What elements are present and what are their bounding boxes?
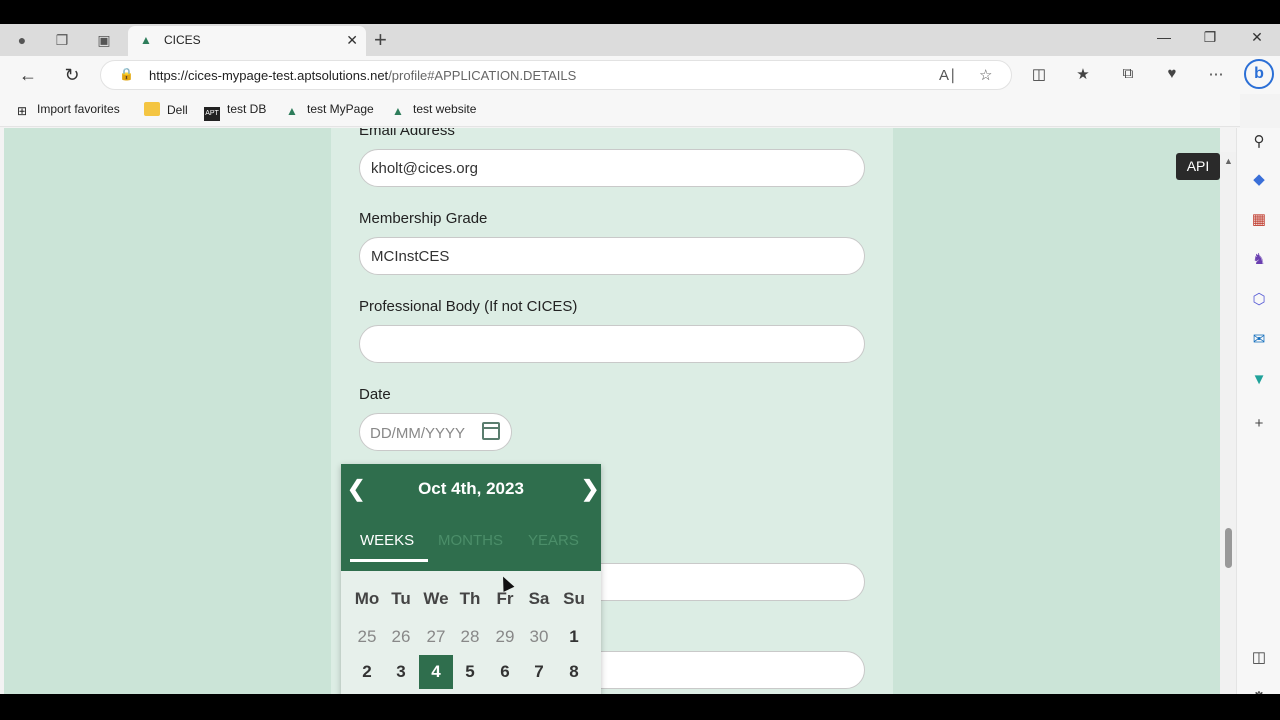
day-cell[interactable]: 29 <box>488 620 522 654</box>
membership-grade-value: MCInstCES <box>371 248 450 265</box>
day-cell[interactable]: 27 <box>419 620 453 654</box>
folder-icon <box>144 102 160 116</box>
cices-favicon-icon: ▲ <box>140 33 152 47</box>
professional-body-label: Professional Body (If not CICES) <box>359 298 578 315</box>
calendar-icon[interactable] <box>482 422 500 440</box>
refresh-icon[interactable]: ↻ <box>60 64 84 86</box>
cices-logo-icon: ▲ <box>392 104 404 118</box>
hide-sidebar-icon[interactable]: ◫ <box>1249 648 1269 668</box>
url-text[interactable]: https://cices-mypage-test.aptsolutions.n… <box>149 68 576 83</box>
professional-body-field[interactable] <box>359 325 865 363</box>
weekday-header: Th <box>459 589 481 608</box>
day-cell[interactable]: 5 <box>453 655 487 689</box>
close-window-icon[interactable]: ✕ <box>1245 29 1269 46</box>
tools-briefcase-icon[interactable]: ▦ <box>1249 210 1269 230</box>
form-panel: Email Address kholt@cices.org Membership… <box>331 128 893 694</box>
outlook-icon[interactable]: ✉ <box>1249 330 1269 350</box>
browser-window: ● ❐ ▣ ▲ CICES ✕ + — ❐ ✕ ← ↻ 🔒 https://ci… <box>0 24 1280 694</box>
scroll-up-icon[interactable]: ▲ <box>1224 156 1233 166</box>
tab-weeks[interactable]: WEEKS <box>360 532 414 549</box>
day-cell[interactable]: 2 <box>350 655 384 689</box>
import-icon: ⊞ <box>16 104 28 118</box>
date-picker: ❮ Oct 4th, 2023 ❯ WEEKS MONTHS YEARS Mo T… <box>341 464 601 694</box>
day-cell[interactable]: 25 <box>350 620 384 654</box>
apt-logo-icon: APT <box>204 107 220 121</box>
minimize-icon[interactable]: — <box>1152 29 1176 45</box>
tab-strip: ● ❐ ▣ ▲ CICES ✕ + — ❐ ✕ <box>0 24 1280 56</box>
active-tab-indicator <box>350 559 428 562</box>
weekday-header: We <box>423 589 449 608</box>
day-cell[interactable]: 3 <box>384 655 418 689</box>
favorites-icon[interactable]: ★ <box>1072 65 1094 83</box>
day-cell[interactable]: 30 <box>522 620 556 654</box>
api-badge: API <box>1176 153 1220 180</box>
bing-copilot-icon[interactable]: b <box>1244 59 1274 89</box>
workspaces-icon[interactable]: ❐ <box>52 30 72 50</box>
edge-sidebar: ⚲ ◆ ▦ ♞ ⬡ ✉ ▼ + ◫ ⚙ <box>1236 128 1280 694</box>
date-label: Date <box>359 386 391 403</box>
day-cell-selected[interactable]: 4 <box>419 655 453 689</box>
bookmark-test-mypage[interactable]: ▲ test MyPage <box>284 102 374 118</box>
url-path: /profile#APPLICATION.DETAILS <box>388 68 577 83</box>
collections-icon[interactable]: ⧉ <box>1117 65 1139 82</box>
search-icon[interactable]: ⚲ <box>1249 132 1269 152</box>
tab-years[interactable]: YEARS <box>528 532 579 549</box>
url-host: https://cices-mypage-test.aptsolutions.n… <box>149 68 389 83</box>
read-aloud-icon[interactable]: A∣ <box>939 66 957 84</box>
tab-actions-icon[interactable]: ▣ <box>94 30 114 50</box>
email-label: Email Address <box>359 128 455 139</box>
bookmark-import-favorites[interactable]: ⊞ Import favorites <box>14 102 120 118</box>
email-field[interactable]: kholt@cices.org <box>359 149 865 187</box>
weekday-header: Sa <box>528 589 550 608</box>
date-field[interactable]: DD/MM/YYYY <box>359 413 512 451</box>
weekday-header: Mo <box>354 589 380 608</box>
tab-months[interactable]: MONTHS <box>438 532 503 549</box>
tab-cices[interactable]: ▲ CICES ✕ <box>128 26 366 56</box>
weekday-header: Su <box>563 589 585 608</box>
next-month-icon[interactable]: ❯ <box>581 476 599 502</box>
page-content: Email Address kholt@cices.org Membership… <box>4 128 1220 694</box>
weekday-header: Tu <box>391 589 411 608</box>
email-value: kholt@cices.org <box>371 160 478 177</box>
add-sidebar-app-icon[interactable]: + <box>1249 414 1269 434</box>
microsoft-365-icon[interactable]: ⬡ <box>1249 290 1269 310</box>
bookmark-test-website[interactable]: ▲ test website <box>390 102 476 118</box>
membership-grade-field[interactable]: MCInstCES <box>359 237 865 275</box>
shopping-tag-icon[interactable]: ◆ <box>1249 170 1269 190</box>
address-row: ← ↻ 🔒 https://cices-mypage-test.aptsolut… <box>0 56 1280 94</box>
day-cell[interactable]: 26 <box>384 620 418 654</box>
day-cell[interactable]: 7 <box>522 655 556 689</box>
lock-icon[interactable]: 🔒 <box>119 67 134 81</box>
bookmarks-bar: ⊞ Import favorites Dell APT test DB ▲ test … <box>0 94 1240 127</box>
back-icon[interactable]: ← <box>16 64 40 86</box>
date-picker-title[interactable]: Oct 4th, 2023 <box>341 479 601 499</box>
games-icon[interactable]: ♞ <box>1249 250 1269 270</box>
day-cell[interactable]: 28 <box>453 620 487 654</box>
day-cell[interactable]: 8 <box>557 655 591 689</box>
day-cell[interactable]: 6 <box>488 655 522 689</box>
more-options-icon[interactable]: ⋯ <box>1205 65 1227 83</box>
address-bar[interactable]: 🔒 https://cices-mypage-test.aptsolutions… <box>100 60 1012 90</box>
sidebar-settings-gear-icon[interactable]: ⚙ <box>1249 688 1269 694</box>
close-tab-icon[interactable]: ✕ <box>346 32 358 49</box>
bookmark-dell[interactable]: Dell <box>144 102 188 117</box>
new-tab-button[interactable]: + <box>374 27 387 53</box>
day-cell[interactable]: 1 <box>557 620 591 654</box>
favorite-star-icon[interactable]: ☆ <box>979 66 992 84</box>
tab-title: CICES <box>164 33 201 47</box>
drop-icon[interactable]: ▼ <box>1249 370 1269 390</box>
cices-logo-icon: ▲ <box>286 104 298 118</box>
profile-icon[interactable]: ● <box>12 30 32 50</box>
restore-icon[interactable]: ❐ <box>1198 29 1222 46</box>
scroll-thumb[interactable] <box>1225 528 1232 568</box>
membership-grade-label: Membership Grade <box>359 210 488 227</box>
page-scrollbar[interactable]: ▲ ▼ <box>1220 152 1236 694</box>
date-placeholder: DD/MM/YYYY <box>370 425 466 442</box>
bookmark-test-db[interactable]: APT test DB <box>204 102 266 121</box>
split-screen-icon[interactable]: ◫ <box>1028 65 1050 83</box>
date-picker-header: ❮ Oct 4th, 2023 ❯ WEEKS MONTHS YEARS <box>341 464 601 571</box>
performance-icon[interactable]: ♥ <box>1161 65 1183 82</box>
